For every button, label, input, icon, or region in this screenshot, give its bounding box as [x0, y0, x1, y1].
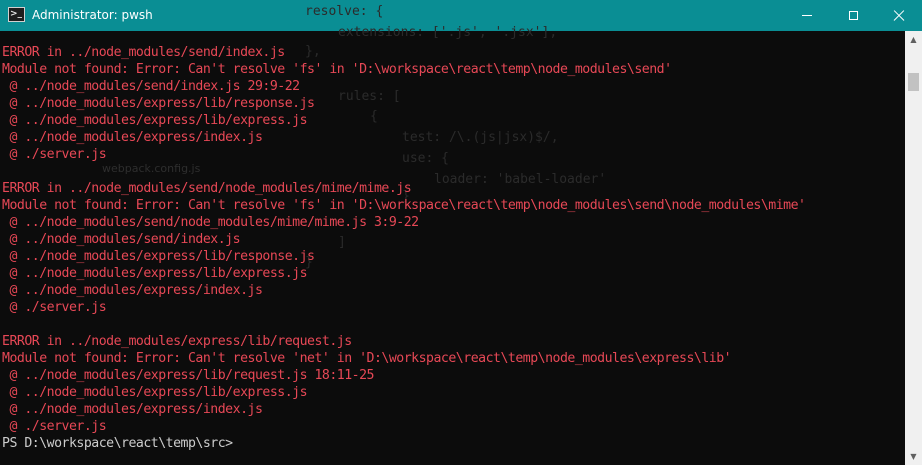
maximize-icon: [848, 11, 858, 20]
error-line: @ ../node_modules/express/lib/response.j…: [2, 249, 315, 264]
error-line: @ ../node_modules/express/index.js: [2, 402, 263, 417]
close-button[interactable]: [876, 0, 922, 31]
prompt-line: PS D:\workspace\react\temp\src>: [2, 436, 233, 451]
error-line: @ ../node_modules/express/lib/express.js: [2, 385, 308, 400]
error-line: Module not found: Error: Can't resolve '…: [2, 198, 806, 213]
close-icon: [893, 10, 905, 22]
scroll-down-icon[interactable]: ▼: [905, 448, 922, 465]
terminal-lines: ERROR in ../node_modules/send/index.js Mo…: [2, 44, 806, 452]
error-line: @ ../node_modules/express/lib/express.js: [2, 113, 308, 128]
scrollbar-thumb[interactable]: [908, 73, 919, 91]
error-line: @ ./server.js: [2, 300, 107, 315]
error-line: @ ../node_modules/express/index.js: [2, 130, 263, 145]
minimize-button[interactable]: [784, 0, 830, 31]
error-line: @ ../node_modules/send/index.js 29:9-22: [2, 79, 300, 94]
vertical-scrollbar[interactable]: ▲ ▼: [905, 31, 922, 465]
error-line: ERROR in ../node_modules/express/lib/req…: [2, 334, 352, 349]
error-line: ERROR in ../node_modules/send/index.js: [2, 45, 285, 60]
error-line: @ ../node_modules/express/lib/request.js…: [2, 368, 374, 383]
minimize-icon: [802, 15, 812, 16]
powershell-icon[interactable]: >_: [8, 7, 25, 22]
error-line: @ ./server.js: [2, 419, 107, 434]
error-line: @ ../node_modules/send/index.js: [2, 232, 241, 247]
error-line: @ ../node_modules/express/index.js: [2, 283, 263, 298]
maximize-button[interactable]: [830, 0, 876, 31]
error-line: Module not found: Error: Can't resolve '…: [2, 62, 672, 77]
scroll-up-icon[interactable]: ▲: [905, 31, 922, 48]
window-title: Administrator: pwsh: [32, 8, 153, 22]
error-line: ERROR in ../node_modules/send/node_modul…: [2, 181, 412, 196]
error-line: @ ../node_modules/express/lib/express.js: [2, 266, 308, 281]
error-line: @ ../node_modules/send/node_modules/mime…: [2, 215, 419, 230]
error-line: @ ./server.js: [2, 147, 107, 162]
ghost-text: extensions: ['.js', '.jsx'],: [338, 25, 558, 40]
terminal-output[interactable]: resolve: { extensions: ['.js', '.jsx'], …: [0, 4, 905, 465]
error-line: @ ../node_modules/express/lib/response.j…: [2, 96, 315, 111]
terminal-window: >_ Administrator: pwsh resolve: { extens…: [0, 0, 922, 465]
error-line: Module not found: Error: Can't resolve '…: [2, 351, 732, 366]
ghost-text: resolve: {: [305, 4, 384, 19]
